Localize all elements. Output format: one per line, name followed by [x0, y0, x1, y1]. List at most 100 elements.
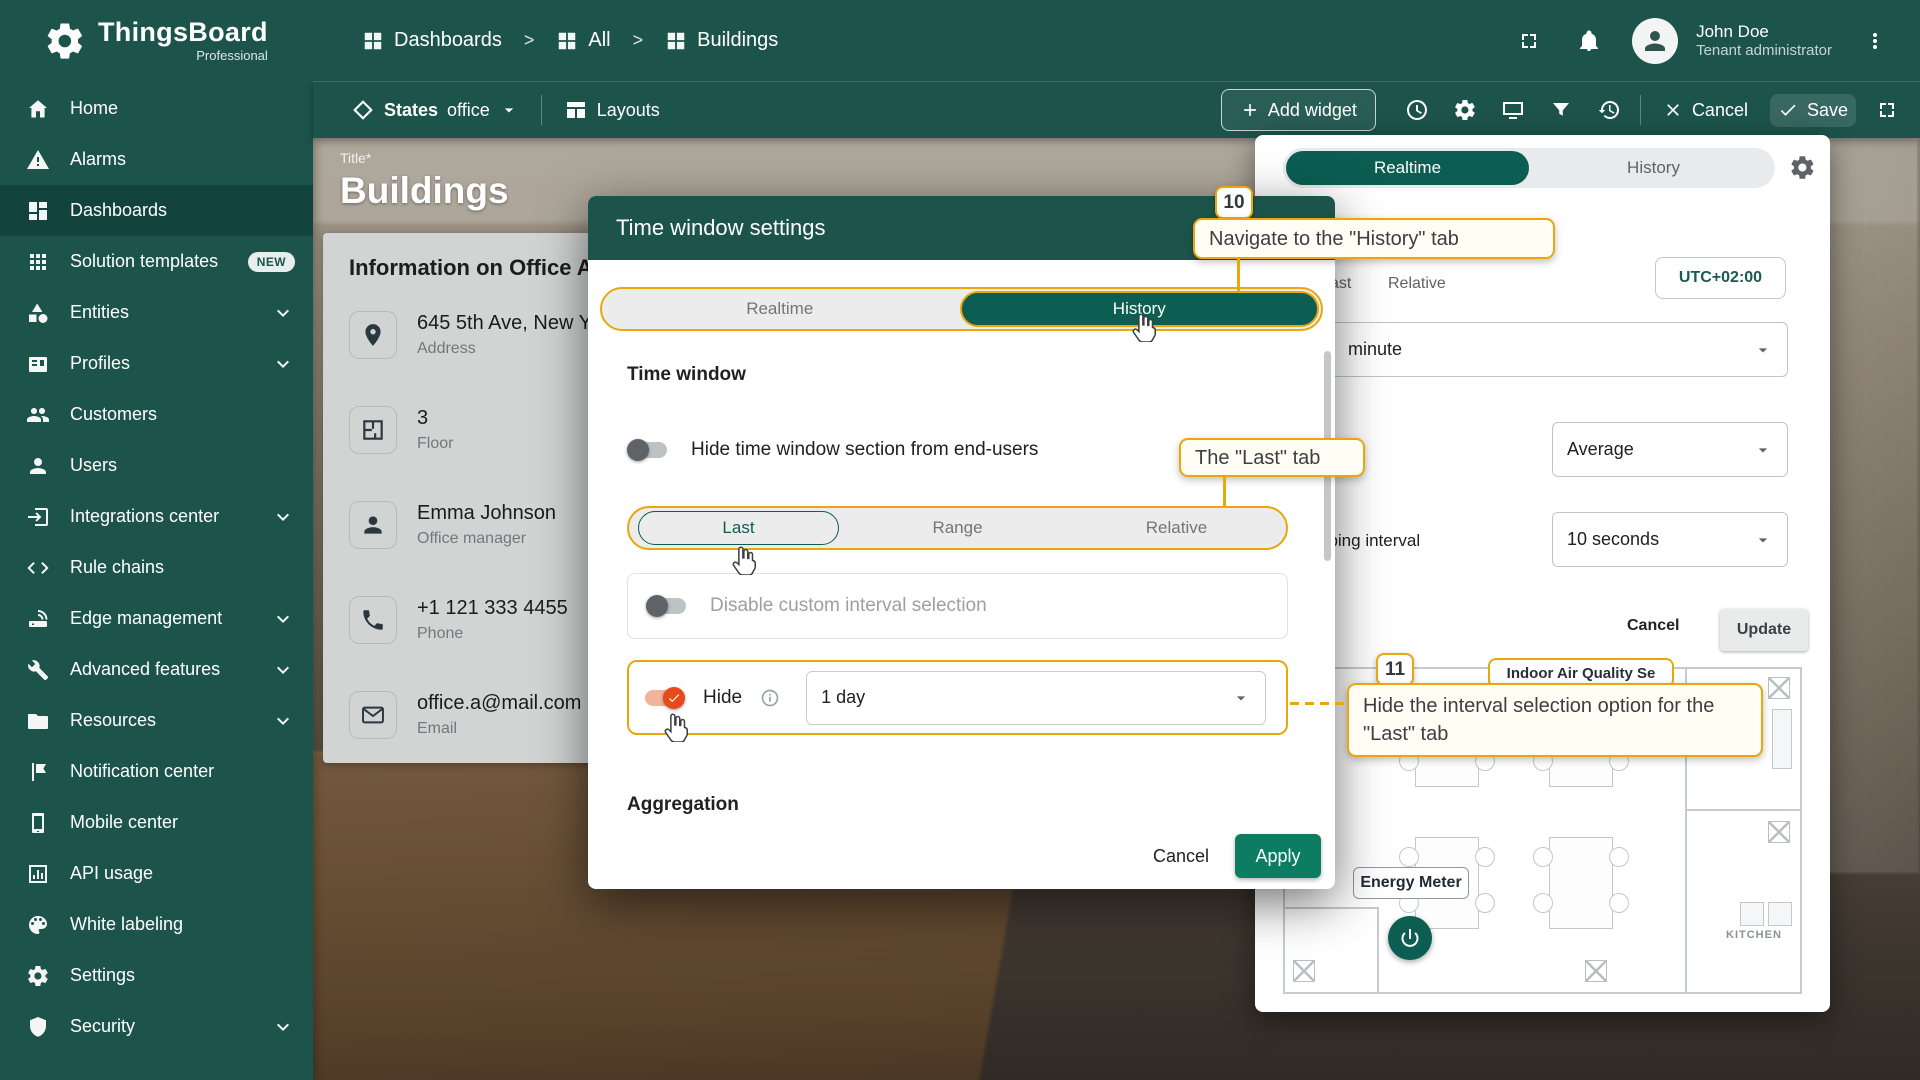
tab-relative[interactable]: Relative: [1067, 518, 1286, 538]
sidebar-item-advanced-features[interactable]: Advanced features: [0, 644, 313, 695]
sidebar: Home Alarms Dashboards Solution template…: [0, 81, 313, 1080]
panel-grouping-select[interactable]: 10 seconds: [1552, 512, 1788, 567]
sidebar-item-alarms[interactable]: Alarms: [0, 134, 313, 185]
mobile-icon: [26, 811, 50, 835]
panel-tab-history[interactable]: History: [1532, 148, 1775, 188]
more-vert-icon: [1863, 29, 1887, 53]
rule-chains-icon: [26, 556, 50, 580]
user-avatar[interactable]: [1632, 18, 1678, 64]
time-window-settings-dialog: Time window settings Realtime History Ti…: [588, 196, 1335, 889]
sidebar-item-settings[interactable]: Settings: [0, 950, 313, 1001]
fullscreen-button[interactable]: [1512, 24, 1546, 58]
energy-meter-chip[interactable]: Energy Meter: [1353, 867, 1469, 899]
history-icon: [1597, 98, 1621, 122]
brand[interactable]: ThingsBoard Professional: [44, 18, 316, 63]
caret-down-icon: [1231, 688, 1251, 708]
sidebar-item-edge-management[interactable]: Edge management: [0, 593, 313, 644]
interval-value-select[interactable]: 1 day: [806, 671, 1266, 725]
caret-down-icon: [1753, 340, 1773, 360]
layouts-button[interactable]: Layouts: [556, 92, 668, 128]
panel-settings-gear-icon[interactable]: [1789, 154, 1816, 181]
close-icon: [1663, 100, 1683, 120]
app-root: ThingsBoard Professional Dashboards > Al…: [0, 0, 1920, 1080]
sidebar-item-users[interactable]: Users: [0, 440, 313, 491]
sidebar-item-security[interactable]: Security: [0, 1001, 313, 1052]
dashboard-settings-button[interactable]: [1448, 93, 1482, 127]
breadcrumb-label: Buildings: [697, 29, 778, 52]
cancel-edit-button[interactable]: Cancel: [1655, 94, 1756, 127]
dashboard-toolbar: States office Layouts Add widget: [313, 81, 1920, 138]
step-11-callout: Hide the interval selection option for t…: [1347, 683, 1763, 757]
disable-custom-interval-toggle[interactable]: [646, 598, 686, 614]
page-title-block: Title* Buildings: [340, 150, 509, 212]
floorplan-wall: [1685, 809, 1802, 811]
sidebar-item-profiles[interactable]: Profiles: [0, 338, 313, 389]
filter-button[interactable]: [1544, 93, 1578, 127]
toolbar-divider: [1640, 95, 1641, 125]
sidebar-item-rule-chains[interactable]: Rule chains: [0, 542, 313, 593]
panel-interval-select[interactable]: minute: [1283, 322, 1788, 377]
user-role: Tenant administrator: [1696, 42, 1832, 61]
entities-icon: [26, 301, 50, 325]
chevron-down-icon: [271, 301, 295, 325]
hide-section-toggle[interactable]: [627, 442, 667, 458]
user-icon: [26, 454, 50, 478]
breadcrumb-all[interactable]: All: [556, 29, 610, 52]
manage-widgets-button[interactable]: [1496, 93, 1530, 127]
time-window-button[interactable]: [1400, 93, 1434, 127]
step-11-connector: [1290, 702, 1347, 705]
chevron-down-icon: [271, 709, 295, 733]
page-title: Buildings: [340, 170, 509, 212]
timezone-button[interactable]: UTC+02:00: [1655, 257, 1786, 299]
sidebar-item-notification-center[interactable]: Notification center: [0, 746, 313, 797]
dialog-cancel-button[interactable]: Cancel: [1139, 836, 1223, 877]
version-history-button[interactable]: [1592, 93, 1626, 127]
breadcrumb-dashboards[interactable]: Dashboards: [362, 29, 502, 52]
tab-realtime[interactable]: Realtime: [602, 289, 958, 329]
time-window-panel: Realtime History ast Relative UTC+02:00 …: [1255, 135, 1830, 1012]
kitchen-appliance: [1768, 902, 1792, 926]
dashboards-icon: [26, 199, 50, 223]
sidebar-item-api-usage[interactable]: API usage: [0, 848, 313, 899]
mouse-cursor-icon: [660, 712, 690, 742]
save-button[interactable]: Save: [1770, 94, 1856, 127]
warning-icon: [26, 148, 50, 172]
notifications-button[interactable]: [1572, 24, 1606, 58]
dialog-apply-button[interactable]: Apply: [1235, 834, 1321, 878]
sidebar-item-customers[interactable]: Customers: [0, 389, 313, 440]
add-widget-button[interactable]: Add widget: [1221, 89, 1376, 131]
dashboards-group-icon: [362, 30, 384, 52]
bell-icon: [1577, 29, 1601, 53]
sidebar-item-white-labeling[interactable]: White labeling: [0, 899, 313, 950]
device-marker[interactable]: [1388, 916, 1432, 960]
tab-last[interactable]: Last: [629, 511, 848, 545]
sidebar-item-resources[interactable]: Resources: [0, 695, 313, 746]
vent-icon: [1768, 821, 1790, 843]
sidebar-item-mobile-center[interactable]: Mobile center: [0, 797, 313, 848]
breadcrumb-buildings[interactable]: Buildings: [665, 29, 778, 52]
integrations-icon: [26, 505, 50, 529]
panel-cancel-button[interactable]: Cancel: [1627, 617, 1679, 635]
toolbar-fullscreen-button[interactable]: [1870, 93, 1904, 127]
title-field-label: Title*: [340, 150, 509, 166]
panel-relative-tab[interactable]: Relative: [1388, 275, 1446, 293]
top-header: ThingsBoard Professional Dashboards > Al…: [0, 0, 1920, 81]
chevron-down-icon: [271, 505, 295, 529]
breadcrumb-separator: >: [524, 30, 535, 51]
vent-icon: [1768, 677, 1790, 699]
states-button[interactable]: States office: [343, 92, 527, 128]
tab-range[interactable]: Range: [848, 518, 1067, 538]
panel-aggregation-select[interactable]: Average: [1552, 422, 1788, 477]
sidebar-item-home[interactable]: Home: [0, 83, 313, 134]
sidebar-item-integrations-center[interactable]: Integrations center: [0, 491, 313, 542]
hide-interval-toggle[interactable]: [645, 690, 685, 706]
panel-update-button[interactable]: Update: [1720, 609, 1808, 651]
sidebar-item-solution-templates[interactable]: Solution templates NEW: [0, 236, 313, 287]
hide-label: Hide: [703, 687, 742, 709]
brand-text: ThingsBoard Professional: [98, 18, 268, 63]
sidebar-item-dashboards[interactable]: Dashboards: [0, 185, 313, 236]
sidebar-item-entities[interactable]: Entities: [0, 287, 313, 338]
panel-tab-realtime[interactable]: Realtime: [1286, 151, 1529, 185]
header-menu-button[interactable]: [1858, 24, 1892, 58]
add-widget-label: Add widget: [1268, 100, 1357, 121]
